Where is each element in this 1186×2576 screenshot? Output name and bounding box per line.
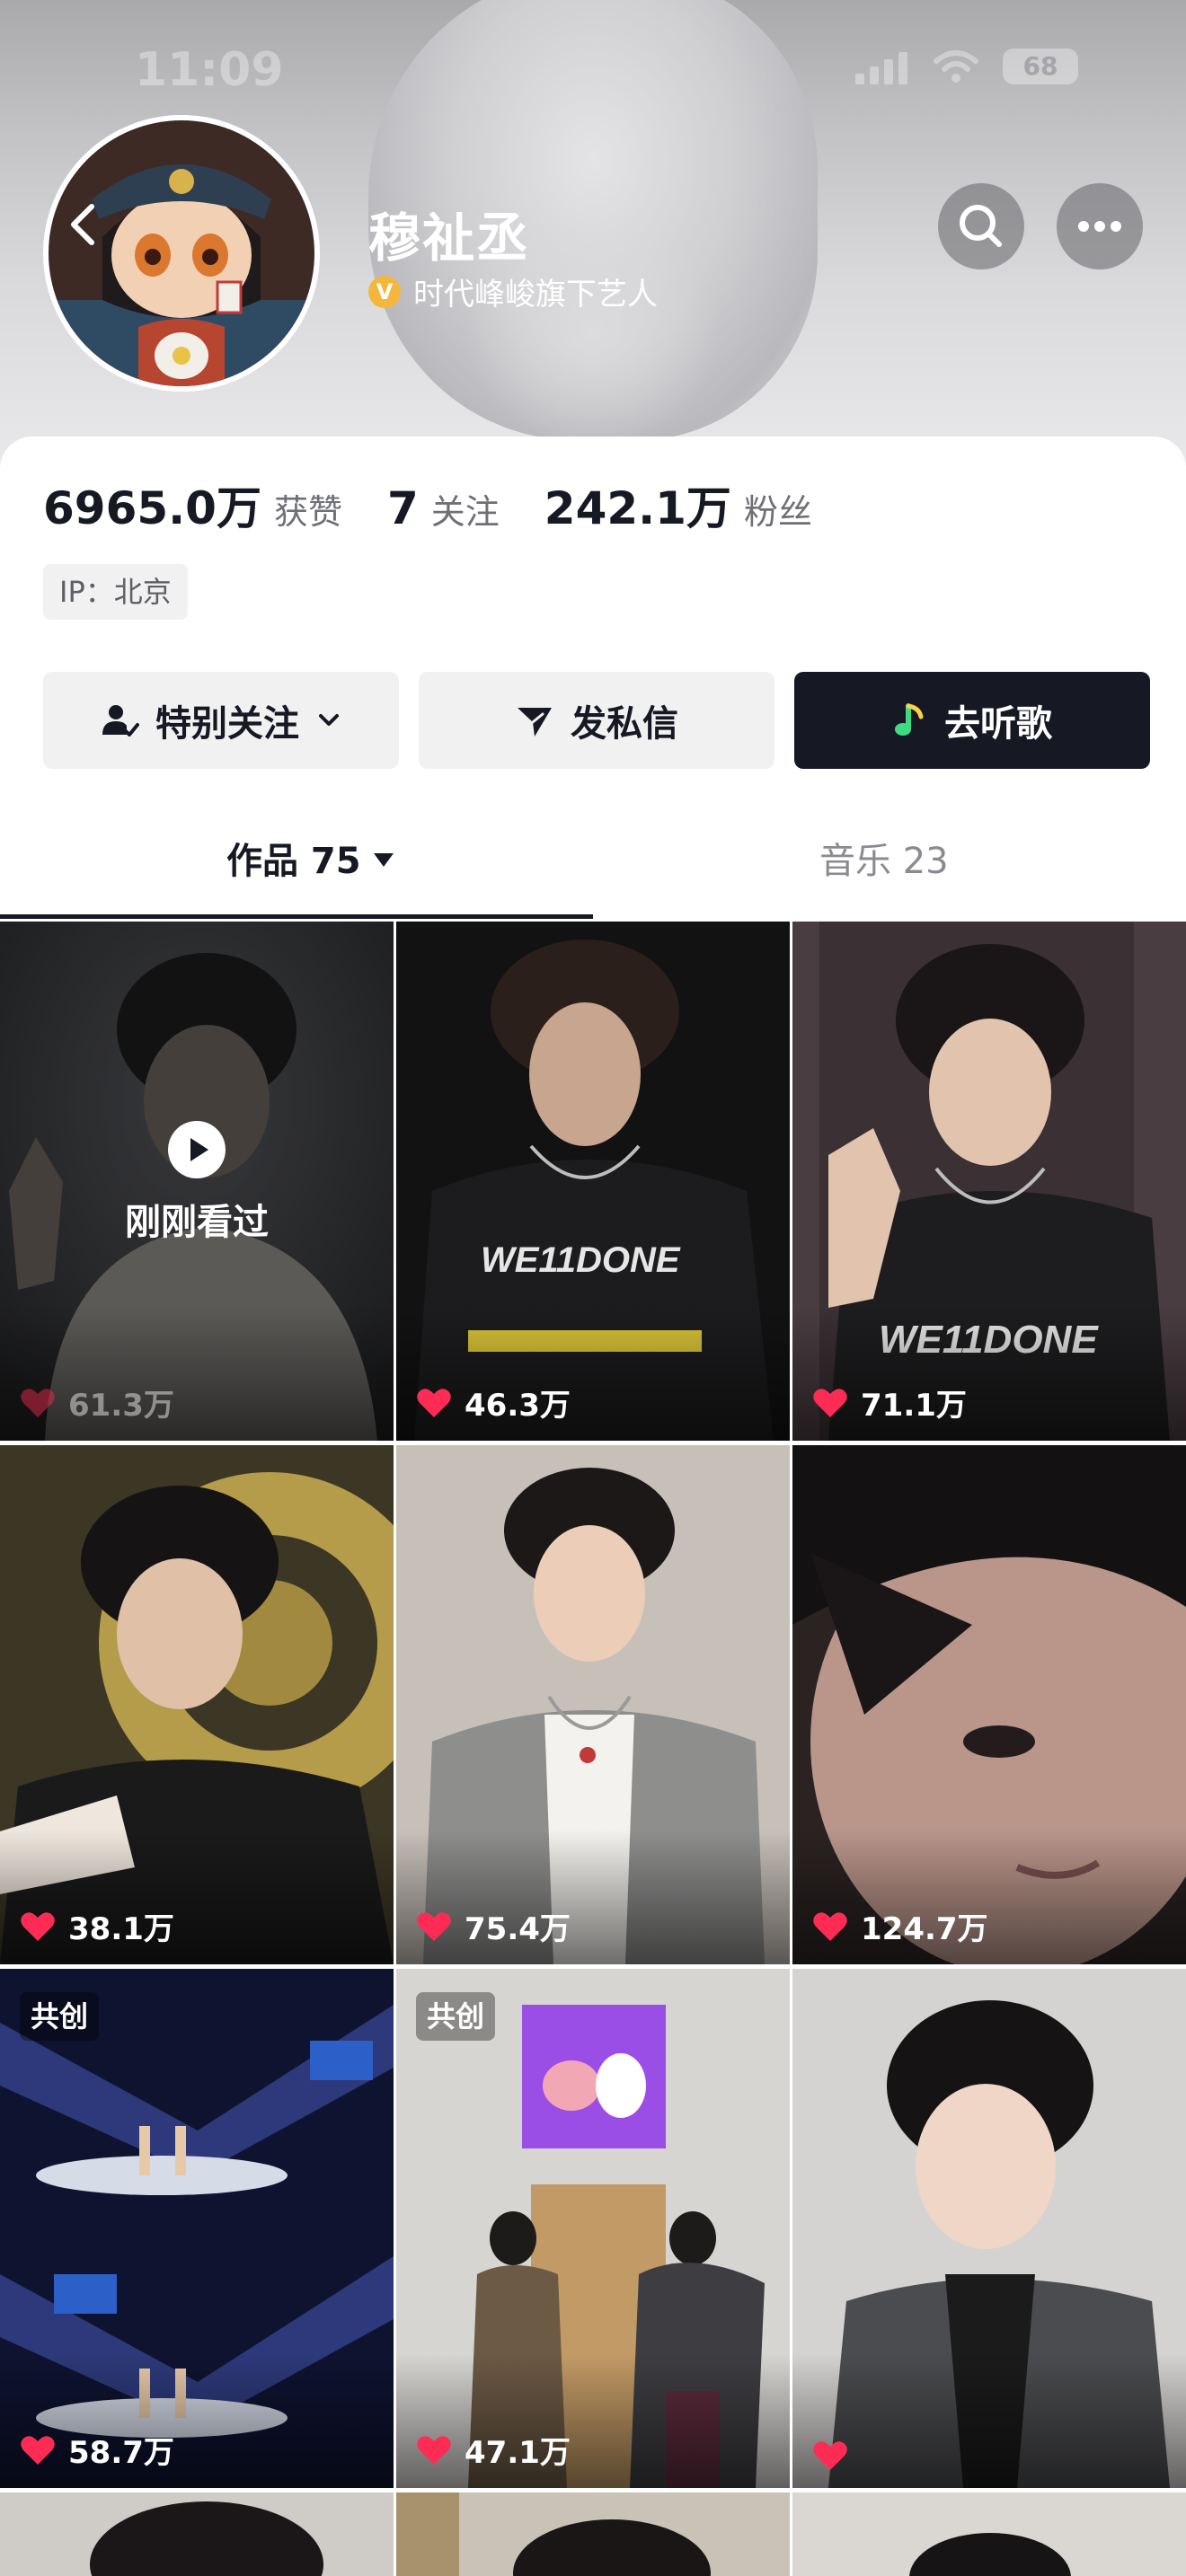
action-buttons: 特别关注 发私信 去听歌: [43, 672, 1150, 769]
avatar[interactable]: [43, 115, 320, 392]
like-count-row: 61.3万: [20, 1381, 174, 1425]
video-thumbnail[interactable]: [792, 2492, 1186, 2576]
like-count-row: 124.7万: [812, 1904, 988, 1948]
like-count-row: [812, 2439, 861, 2472]
avatar-illustration: [49, 120, 314, 386]
cocreate-tag: 共创: [416, 1992, 496, 2041]
search-icon: [960, 205, 1002, 247]
profile-header: 11:09 68 穆祉丞 V 时代峰峻旗下艺人: [0, 0, 1186, 467]
video-thumbnail[interactable]: 38.1万: [0, 1445, 394, 1964]
profile-name: 穆祉丞: [368, 207, 531, 269]
wifi-icon: [934, 50, 978, 83]
ip-location-tag: IP：北京: [43, 564, 188, 620]
following-label[interactable]: 关注: [431, 484, 500, 534]
recently-watched-indicator: 刚刚看过: [0, 1121, 394, 1245]
video-thumbnail[interactable]: 刚刚看过 61.3万: [0, 922, 394, 1441]
send-message-icon: [518, 708, 552, 737]
followers-count[interactable]: 242.1万: [544, 472, 731, 537]
search-button[interactable]: [938, 183, 1024, 269]
like-count: 47.1万: [465, 2435, 571, 2471]
message-button[interactable]: 发私信: [419, 672, 774, 769]
tab-works[interactable]: 作品 75: [226, 832, 394, 884]
like-count-row: 46.3万: [416, 1381, 571, 1425]
recently-watched-label: 刚刚看过: [125, 1202, 269, 1243]
likes-label: 获赞: [273, 492, 342, 532]
listen-music-button[interactable]: 去听歌: [794, 672, 1150, 769]
like-count: 71.1万: [861, 1388, 967, 1424]
heart-icon: [417, 1911, 451, 1941]
more-button[interactable]: [1057, 183, 1143, 269]
status-bar: 11:09 68: [0, 0, 1186, 99]
status-icons: 68: [855, 49, 1078, 84]
video-thumbnail[interactable]: 共创 58.7万: [0, 1969, 394, 2488]
music-note-icon: [895, 703, 924, 736]
video-thumbnail[interactable]: [0, 2492, 394, 2576]
heart-icon: [417, 1388, 451, 1417]
message-label: 发私信: [571, 703, 678, 745]
followers-label[interactable]: 粉丝: [744, 484, 812, 534]
listen-music-label: 去听歌: [944, 703, 1052, 745]
heart-icon: [813, 2441, 847, 2470]
like-count: 58.7万: [68, 2435, 174, 2471]
heart-icon: [813, 1388, 847, 1417]
heart-icon: [21, 2435, 55, 2465]
special-follow-label: 特别关注: [155, 703, 299, 745]
verification-row: V 时代峰峻旗下艺人: [368, 269, 658, 313]
play-icon: [168, 1121, 226, 1178]
more-dots-icon: [1078, 221, 1121, 232]
video-thumbnail[interactable]: WE11DONE 46.3万: [396, 922, 790, 1441]
user-check-icon: [102, 705, 139, 737]
video-thumbnail[interactable]: 124.7万: [792, 1445, 1186, 1964]
chevron-down-icon: [319, 714, 339, 726]
battery-indicator: 68: [1003, 49, 1078, 84]
content-tabs: 作品 75 音乐 23: [0, 814, 1186, 904]
status-time: 11:09: [135, 43, 284, 97]
heart-icon: [813, 1911, 847, 1941]
verified-badge-icon: V: [368, 275, 401, 308]
video-thumbnail[interactable]: 75.4万: [396, 1445, 790, 1964]
like-count-row: 47.1万: [416, 2428, 571, 2472]
video-thumbnail[interactable]: [396, 2492, 790, 2576]
caret-down-icon[interactable]: [373, 852, 394, 867]
thumbnail-image: [396, 2492, 790, 2576]
video-thumbnail[interactable]: WE11DONE 71.1万: [792, 922, 1186, 1441]
heart-icon: [21, 1911, 55, 1941]
like-count: 46.3万: [465, 1388, 571, 1424]
special-follow-button[interactable]: 特别关注: [43, 672, 399, 769]
like-count-row: 71.1万: [812, 1381, 967, 1425]
shirt-print-text: WE11DONE: [481, 1240, 681, 1280]
like-count: 38.1万: [68, 1911, 174, 1947]
video-thumbnail[interactable]: 共创 47.1万: [396, 1969, 790, 2488]
like-count: 124.7万: [861, 1911, 988, 1947]
like-count-row: 58.7万: [20, 2428, 174, 2472]
video-grid: 刚刚看过 61.3万 WE11DONE 46.3万 71.1万 38.1万 75…: [0, 922, 1186, 2576]
heart-icon: [417, 2435, 451, 2465]
tab-music-label: 音乐 23: [819, 841, 949, 882]
tab-music[interactable]: 音乐 23: [819, 832, 949, 884]
like-count: 61.3万: [68, 1388, 174, 1424]
heart-icon: [21, 1388, 55, 1417]
active-tab-indicator: [0, 914, 593, 919]
back-icon[interactable]: [56, 196, 113, 253]
tab-works-label: 作品 75: [226, 841, 361, 882]
verification-text: 时代峰峻旗下艺人: [413, 277, 658, 313]
like-count-row: 75.4万: [416, 1904, 571, 1948]
video-thumbnail[interactable]: [792, 1969, 1186, 2488]
cocreate-tag: 共创: [20, 1992, 100, 2041]
profile-stats: 6965.0万 获赞 7 关注 242.1万 粉丝: [43, 472, 857, 537]
signal-icon: [855, 49, 909, 84]
following-count[interactable]: 7: [387, 482, 419, 534]
profile-card: 6965.0万 获赞 7 关注 242.1万 粉丝 IP：北京 特别关注 发私信: [0, 437, 1186, 922]
likes-count: 6965.0万: [43, 482, 261, 534]
thumbnail-image: [792, 2492, 1186, 2576]
thumbnail-image: [0, 2492, 394, 2576]
like-count-row: 38.1万: [20, 1904, 174, 1948]
like-count: 75.4万: [465, 1911, 571, 1947]
